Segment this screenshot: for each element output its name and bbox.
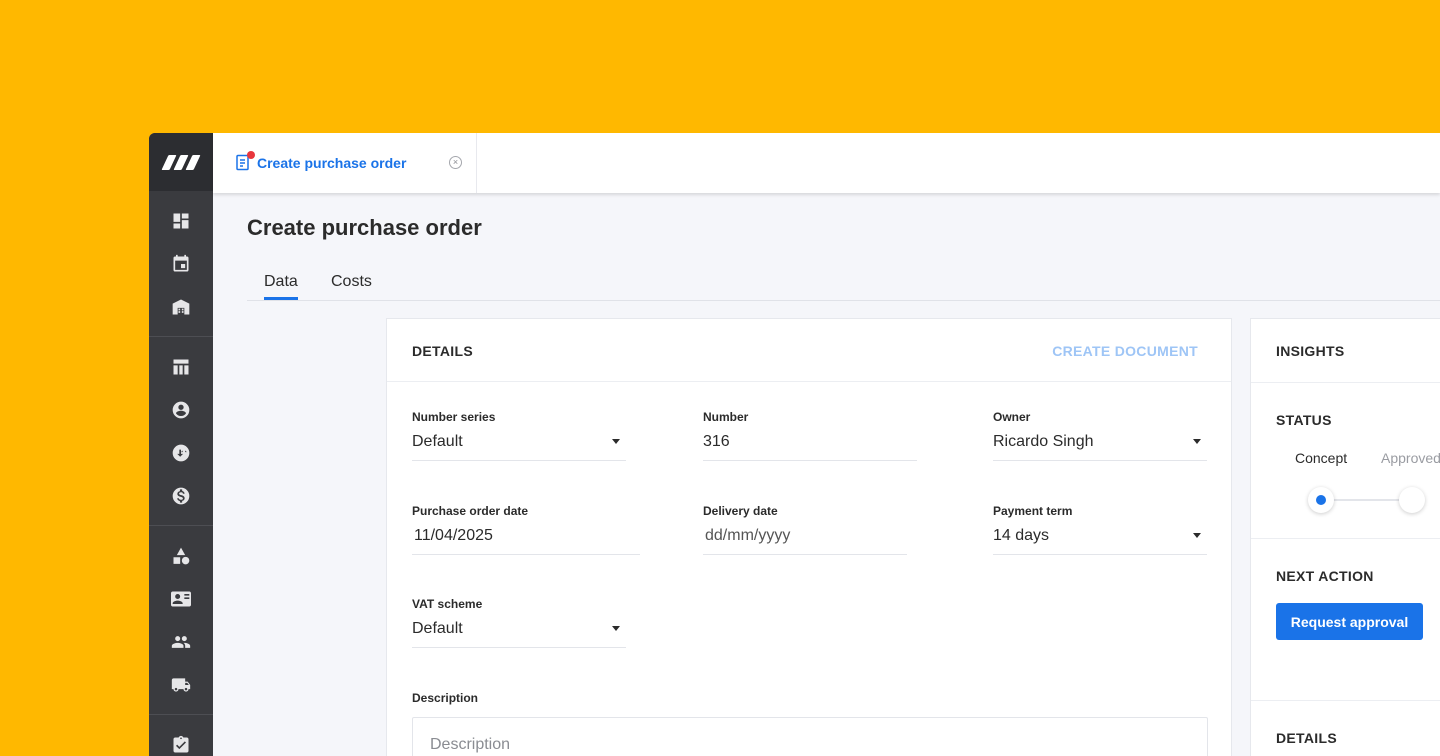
purchase-order-date-label: Purchase order date (412, 504, 529, 518)
payment-term-select[interactable]: 14 days (993, 527, 1207, 555)
delivery-date-label: Delivery date (703, 504, 778, 518)
sidebar-item-sync[interactable] (149, 431, 213, 474)
sidebar-item-table[interactable] (149, 345, 213, 388)
sidebar-group-data (149, 526, 213, 715)
account-icon (172, 401, 190, 418)
delivery-date-field: Delivery date dd/mm/yyyy (703, 504, 907, 555)
truck-icon (171, 677, 191, 692)
sidebar-item-calendar[interactable] (149, 242, 213, 285)
vat-scheme-field: VAT scheme Default (412, 597, 626, 648)
insights-details-title: DETAILS (1276, 730, 1337, 746)
sidebar (149, 133, 213, 756)
sidebar-item-account[interactable] (149, 388, 213, 431)
vat-scheme-value: Default (412, 620, 463, 637)
sync-icon (172, 444, 190, 461)
number-input[interactable]: 316 (703, 433, 917, 461)
create-document-button[interactable]: CREATE DOCUMENT (1052, 343, 1198, 359)
app-logo[interactable] (149, 133, 213, 191)
owner-field: Owner Ricardo Singh (993, 410, 1207, 461)
status-title: STATUS (1276, 412, 1332, 428)
dashboard-icon (173, 213, 189, 228)
tab-data[interactable]: Data (264, 273, 298, 300)
number-field: Number 316 (703, 410, 917, 461)
owner-value: Ricardo Singh (993, 433, 1094, 450)
number-series-value: Default (412, 433, 463, 450)
document-tabbar: Create purchase order × (213, 133, 1440, 193)
sidebar-item-warehouse[interactable] (149, 285, 213, 328)
page-tabs: Data Costs (247, 269, 1440, 301)
payment-term-field: Payment term 14 days (993, 504, 1207, 555)
vat-scheme-label: VAT scheme (412, 597, 483, 611)
sidebar-item-dashboard[interactable] (149, 199, 213, 242)
details-title: DETAILS (412, 343, 473, 359)
sidebar-group-sales (149, 337, 213, 526)
sidebar-group-main (149, 191, 213, 337)
insights-card: INSIGHTS STATUS Concept Approved NEXT AC… (1250, 318, 1440, 756)
caret-down-icon (1193, 439, 1201, 444)
contact-card-icon (171, 591, 191, 606)
sidebar-item-shipping[interactable] (149, 663, 213, 706)
insights-details-section (1251, 700, 1440, 756)
status-dot-concept (1308, 487, 1334, 513)
tab-label: Create purchase order (257, 155, 407, 171)
sidebar-group-tasks (149, 715, 213, 756)
owner-select[interactable]: Ricardo Singh (993, 433, 1207, 461)
vat-scheme-select[interactable]: Default (412, 620, 626, 648)
description-label: Description (412, 691, 479, 705)
dollar-icon (172, 487, 190, 504)
app-window: Create purchase order × Create purchase … (149, 133, 1440, 756)
tab-create-purchase-order[interactable]: Create purchase order × (213, 133, 477, 193)
sidebar-item-people[interactable] (149, 620, 213, 663)
status-step-concept: Concept (1295, 450, 1348, 466)
sidebar-item-tasks[interactable] (149, 723, 213, 756)
warehouse-icon (172, 299, 190, 314)
details-card-header: DETAILS CREATE DOCUMENT (387, 319, 1231, 382)
number-series-label: Number series (412, 410, 496, 424)
caret-down-icon (612, 439, 620, 444)
page-title: Create purchase order (247, 215, 482, 240)
status-dot-approved (1399, 487, 1425, 513)
tab-costs[interactable]: Costs (331, 273, 372, 299)
purchase-order-date-field: Purchase order date 11/04/2025 (412, 504, 640, 555)
insights-title: INSIGHTS (1276, 343, 1345, 359)
shapes-icon (173, 547, 190, 564)
number-label: Number (703, 410, 749, 424)
description-textarea[interactable]: Description (412, 717, 1208, 756)
request-approval-button[interactable]: Request approval (1276, 603, 1423, 640)
payment-term-label: Payment term (993, 504, 1073, 518)
number-series-field: Number series Default (412, 410, 626, 461)
purchase-order-date-input[interactable]: 11/04/2025 (412, 527, 640, 555)
number-series-select[interactable]: Default (412, 433, 626, 461)
caret-down-icon (1193, 533, 1201, 538)
status-step-approved: Approved (1381, 450, 1440, 466)
sidebar-item-contacts[interactable] (149, 577, 213, 620)
next-action-title: NEXT ACTION (1276, 568, 1374, 584)
unsaved-indicator (247, 151, 255, 159)
caret-down-icon (612, 626, 620, 631)
purchase-order-icon (235, 151, 255, 172)
delivery-date-input[interactable]: dd/mm/yyyy (703, 527, 907, 555)
details-card: DETAILS CREATE DOCUMENT Number series De… (386, 318, 1232, 756)
close-tab-icon[interactable]: × (449, 156, 462, 169)
sidebar-item-products[interactable] (149, 534, 213, 577)
people-icon (171, 635, 191, 648)
owner-label: Owner (993, 410, 1031, 424)
sidebar-item-finance[interactable] (149, 474, 213, 517)
payment-term-value: 14 days (993, 527, 1050, 544)
clipboard-check-icon (173, 735, 189, 752)
table-icon (173, 359, 189, 374)
calendar-icon (173, 254, 189, 271)
